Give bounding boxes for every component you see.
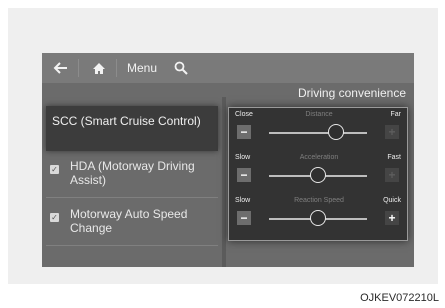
settings-list: SCC (Smart Cruise Control) ✓ HDA (Motorw… <box>42 97 222 267</box>
plus-icon: + <box>388 211 396 225</box>
distance-label: Distance <box>305 111 333 118</box>
reaction-speed-minus-button[interactable]: − <box>237 211 251 225</box>
checkbox-icon[interactable]: ✓ <box>50 165 59 174</box>
distance-max-label: Far <box>390 111 402 118</box>
minus-icon: − <box>240 125 248 139</box>
divider <box>116 59 117 77</box>
list-item-auto-speed-change[interactable]: ✓ Motorway Auto Speed Change <box>42 201 222 245</box>
reaction-speed-min-label: Slow <box>235 197 251 204</box>
list-item-scc[interactable]: SCC (Smart Cruise Control) <box>46 106 218 151</box>
reaction-speed-max-label: Quick <box>383 197 401 204</box>
home-icon <box>93 62 105 74</box>
distance-slider[interactable] <box>269 124 367 140</box>
acceleration-slider-thumb[interactable] <box>310 167 326 183</box>
search-icon <box>174 61 188 75</box>
list-item-hda[interactable]: ✓ HDA (Motorway Driving Assist) <box>42 153 222 197</box>
list-item-label: HDA (Motorway Driving Assist) <box>70 159 195 187</box>
acceleration-minus-button[interactable]: − <box>237 168 251 182</box>
menu-button[interactable]: Menu <box>120 53 164 83</box>
back-button[interactable] <box>46 53 74 83</box>
plus-icon: + <box>388 168 396 182</box>
acceleration-slider[interactable] <box>269 167 367 183</box>
figure-caption: OJKEV072210L <box>360 292 439 304</box>
distance-control: Close Distance Far − + <box>229 108 407 150</box>
list-scrollbar[interactable] <box>222 97 226 267</box>
distance-slider-thumb[interactable] <box>327 124 344 140</box>
top-bar: Menu <box>42 53 414 83</box>
reaction-speed-label: Reaction Speed <box>294 197 344 204</box>
home-button[interactable] <box>86 53 112 83</box>
reaction-speed-slider[interactable] <box>269 210 367 226</box>
divider <box>46 197 218 198</box>
divider <box>78 59 79 77</box>
distance-min-label: Close <box>235 111 253 118</box>
distance-plus-button[interactable]: + <box>385 125 399 139</box>
acceleration-label: Acceleration <box>299 154 339 161</box>
checkbox-icon[interactable]: ✓ <box>50 213 59 222</box>
reaction-speed-plus-button[interactable]: + <box>385 211 399 225</box>
infotainment-screen: Menu Driving convenience SCC (Smart Crui… <box>42 53 414 267</box>
list-item-label: Motorway Auto Speed Change <box>70 207 188 235</box>
acceleration-min-label: Slow <box>235 154 251 161</box>
minus-icon: − <box>240 211 248 225</box>
plus-icon: + <box>388 125 396 139</box>
distance-minus-button[interactable]: − <box>237 125 251 139</box>
back-arrow-icon <box>53 62 67 74</box>
reaction-speed-control: Slow Reaction Speed Quick − + <box>229 194 407 236</box>
minus-icon: − <box>240 168 248 182</box>
divider <box>46 245 218 246</box>
reaction-speed-slider-thumb[interactable] <box>310 210 326 226</box>
acceleration-max-label: Fast <box>387 154 401 161</box>
acceleration-plus-button[interactable]: + <box>385 168 399 182</box>
acceleration-control: Slow Acceleration Fast − + <box>229 151 407 193</box>
adjustment-panel: Close Distance Far − + Slow Acceleration… <box>228 107 408 241</box>
page-title: Driving convenience <box>297 86 406 100</box>
search-button[interactable] <box>168 53 194 83</box>
